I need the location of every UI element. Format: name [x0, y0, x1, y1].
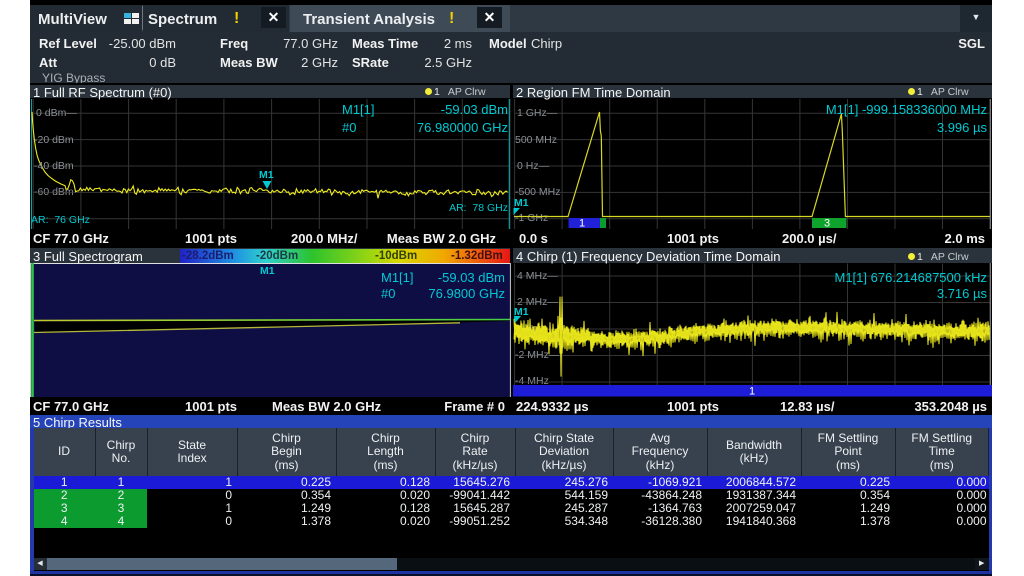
svg-text:1: 1 [579, 218, 585, 230]
svg-text:1: 1 [749, 386, 755, 398]
svg-text:3: 3 [824, 218, 830, 230]
